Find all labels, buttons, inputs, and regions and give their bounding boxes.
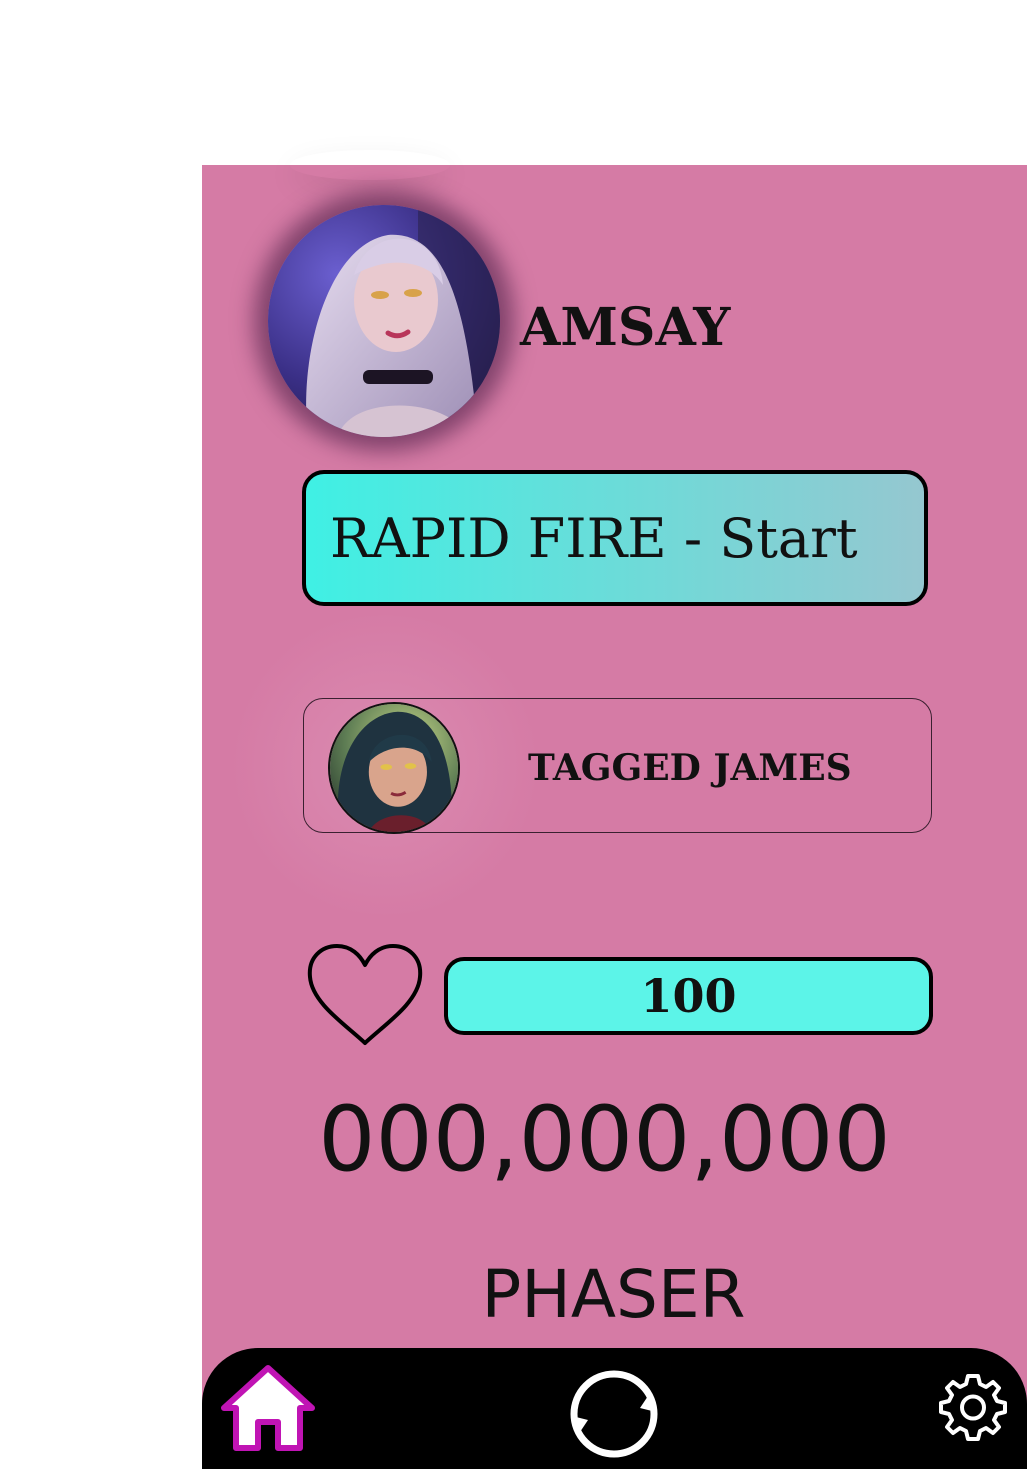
health-value: 100 bbox=[640, 969, 737, 1023]
panel-shadow bbox=[290, 150, 450, 180]
score-counter: 000,000,000 bbox=[318, 1087, 891, 1192]
nav-settings-button[interactable] bbox=[938, 1372, 1008, 1442]
tagged-player-avatar bbox=[328, 702, 460, 834]
refresh-icon bbox=[570, 1370, 658, 1458]
heart-icon bbox=[306, 943, 424, 1049]
rapid-fire-start-button[interactable]: RAPID FIRE - Start bbox=[302, 470, 928, 606]
tagged-player-label: TAGGED JAMES bbox=[528, 747, 852, 789]
health-bar: 100 bbox=[444, 957, 933, 1035]
username: AMSAY bbox=[520, 297, 731, 358]
gear-icon bbox=[939, 1374, 1007, 1441]
game-mode-label: PHASER bbox=[481, 1256, 746, 1333]
nav-home-button[interactable] bbox=[216, 1362, 320, 1454]
tagged-avatar-image bbox=[330, 704, 458, 832]
nav-refresh-button[interactable] bbox=[566, 1366, 662, 1462]
home-icon bbox=[221, 1365, 315, 1451]
rapid-fire-label: RAPID FIRE - Start bbox=[330, 507, 858, 570]
profile-avatar[interactable] bbox=[268, 205, 500, 437]
profile-avatar-image bbox=[268, 205, 500, 437]
